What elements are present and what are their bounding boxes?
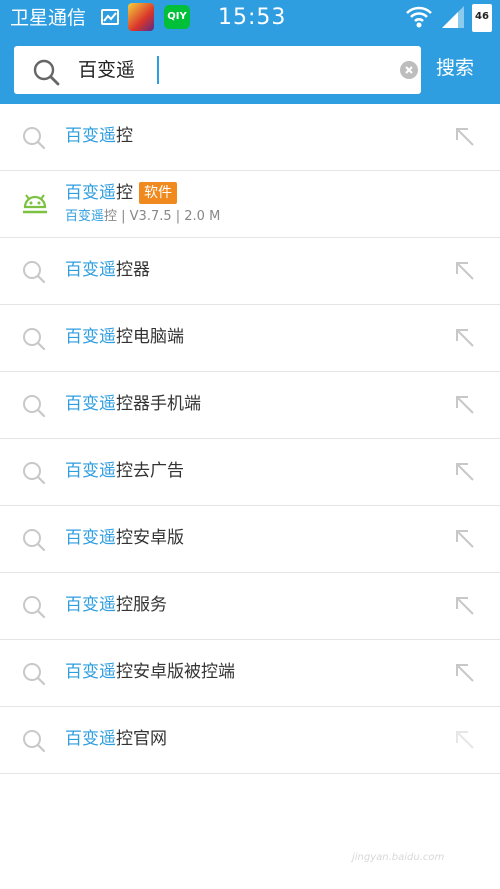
search-input[interactable]: 百变遥 <box>14 46 421 94</box>
search-icon <box>22 394 46 422</box>
fill-query-arrow-icon[interactable] <box>454 327 476 353</box>
search-icon <box>22 461 46 489</box>
battery-icon: 46 <box>472 4 492 32</box>
suggestion-text: 百变遥控安卓版 <box>65 528 184 548</box>
fill-query-arrow-icon[interactable] <box>454 394 476 420</box>
search-icon <box>22 327 46 355</box>
suggestion-item[interactable]: 百变遥控电脑端 <box>0 305 500 372</box>
suggestion-item[interactable]: 百变遥控服务 <box>0 573 500 640</box>
suggestion-text: 百变遥控电脑端 <box>65 327 184 347</box>
carrier-name: 卫星通信 <box>10 7 87 29</box>
search-icon <box>32 58 60 90</box>
suggestion-item[interactable]: 百变遥控 <box>0 104 500 171</box>
suggestion-item[interactable]: 百变遥控去广告 <box>0 439 500 506</box>
suggestion-text: 百变遥控服务 <box>65 595 167 615</box>
software-badge: 软件 <box>139 182 177 204</box>
fill-query-arrow-icon[interactable] <box>454 528 476 554</box>
status-time: 15:53 <box>218 5 287 30</box>
suggestion-text: 百变遥控官网 <box>65 729 167 749</box>
fill-query-arrow-icon[interactable] <box>454 461 476 487</box>
app-result-item[interactable]: 百变遥控 软件 百变遥控 | V3.7.5 | 2.0 M <box>0 171 500 238</box>
search-icon <box>22 260 46 288</box>
suggestion-item[interactable]: 百变遥控官网 <box>0 707 500 774</box>
app-meta: 百变遥控 | V3.7.5 | 2.0 M <box>65 209 221 224</box>
suggestion-text: 百变遥控器手机端 <box>65 394 201 414</box>
status-bar: 卫星通信 QIY 15:53 46 <box>0 0 500 36</box>
search-query-text: 百变遥 <box>78 59 136 81</box>
watermark: jingyan.baidu.com <box>352 852 445 863</box>
text-cursor <box>157 56 159 84</box>
search-button[interactable]: 搜索 <box>436 54 474 82</box>
search-icon <box>22 126 46 154</box>
suggestion-text: 百变遥控安卓版被控端 <box>65 662 235 682</box>
wifi-icon <box>405 4 433 34</box>
search-icon <box>22 595 46 623</box>
suggestion-item[interactable]: 百变遥控安卓版 <box>0 506 500 573</box>
suggestion-text: 百变遥控 <box>65 126 133 146</box>
search-icon <box>22 729 46 757</box>
app-title: 百变遥控 软件 <box>65 181 177 205</box>
fill-query-arrow-icon[interactable] <box>454 662 476 688</box>
suggestion-item[interactable]: 百变遥控器 <box>0 238 500 305</box>
search-icon <box>22 528 46 556</box>
suggestion-list: 百变遥控 百变遥控 软件 百变遥控 | V3.7.5 | 2.0 M 百变遥控器 … <box>0 104 500 774</box>
suggestion-item[interactable]: 百变遥控器手机端 <box>0 372 500 439</box>
fill-query-arrow-icon[interactable] <box>454 126 476 152</box>
suggestion-item[interactable]: 百变遥控安卓版被控端 <box>0 640 500 707</box>
signal-icon <box>440 6 466 34</box>
clear-icon[interactable] <box>400 61 418 79</box>
iqiyi-icon: QIY <box>164 5 190 29</box>
game-app-icon <box>128 3 154 31</box>
suggestion-text: 百变遥控去广告 <box>65 461 184 481</box>
fill-query-arrow-icon[interactable] <box>454 260 476 286</box>
search-header: 百变遥 搜索 <box>0 36 500 104</box>
fill-query-arrow-icon[interactable] <box>454 729 476 755</box>
android-icon <box>22 193 48 219</box>
search-icon <box>22 662 46 690</box>
gallery-icon <box>101 9 119 25</box>
fill-query-arrow-icon[interactable] <box>454 595 476 621</box>
suggestion-text: 百变遥控器 <box>65 260 150 280</box>
